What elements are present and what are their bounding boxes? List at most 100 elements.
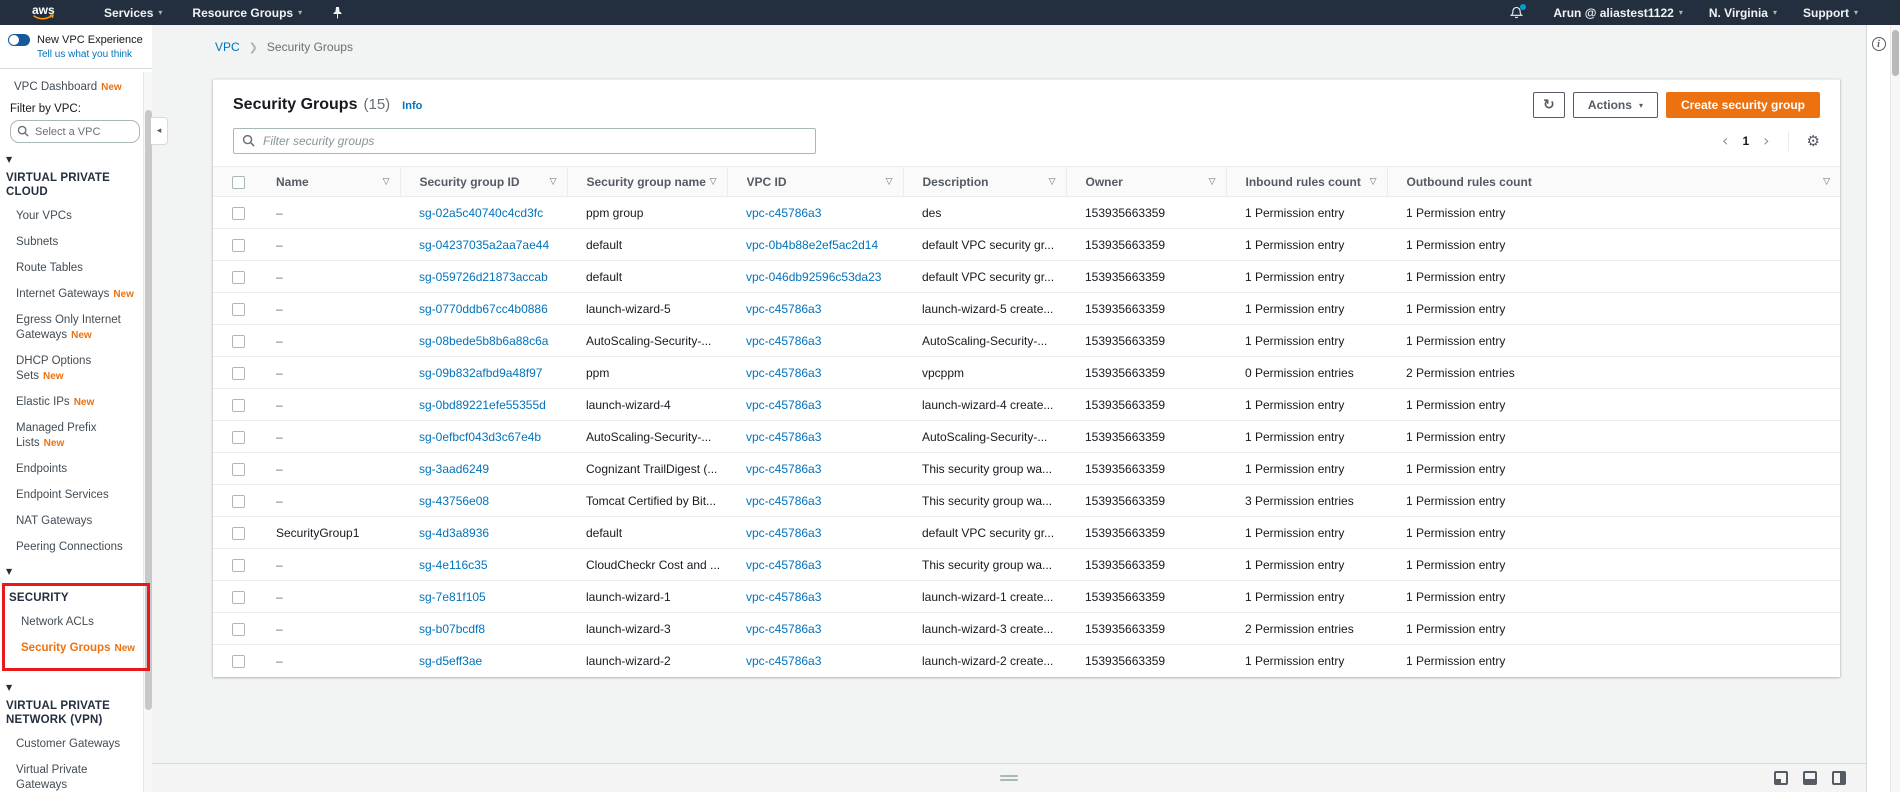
row-checkbox[interactable]	[232, 622, 245, 636]
sidebar-item[interactable]: Egress Only Internet Gateways New	[16, 312, 138, 343]
column-filter-icon[interactable]: ▽	[550, 177, 557, 187]
window-scrollbar-thumb[interactable]	[1892, 30, 1899, 76]
column-filter-icon[interactable]: ▽	[1209, 177, 1216, 187]
vpc-id-link[interactable]: vpc-c45786a3	[746, 558, 821, 572]
column-header[interactable]: VPC ID ▽	[727, 166, 904, 197]
row-checkbox[interactable]	[232, 206, 245, 220]
table-row[interactable]: – sg-43756e08 Tomcat Certified by Bit...…	[213, 484, 1840, 517]
row-checkbox[interactable]	[232, 558, 245, 572]
filter-security-groups-input[interactable]	[233, 128, 816, 154]
breadcrumb-vpc-link[interactable]: VPC	[215, 40, 240, 54]
column-filter-icon[interactable]: ▽	[710, 177, 717, 187]
column-filter-icon[interactable]: ▽	[383, 177, 390, 187]
column-filter-icon[interactable]: ▽	[1049, 177, 1056, 187]
sidebar-item[interactable]: Elastic IPs New	[16, 394, 138, 410]
table-row[interactable]: – sg-02a5c40740c4cd3fc ppm group vpc-c45…	[213, 196, 1840, 229]
security-group-id-link[interactable]: sg-0bd89221efe55355d	[419, 398, 546, 412]
table-row[interactable]: – sg-0770ddb67cc4b0886 launch-wizard-5 v…	[213, 292, 1840, 325]
info-link[interactable]: Info	[402, 100, 422, 112]
split-panel-side-icon[interactable]	[1832, 771, 1846, 785]
vpc-id-link[interactable]: vpc-c45786a3	[746, 206, 821, 220]
table-row[interactable]: – sg-d5eff3ae launch-wizard-2 vpc-c45786…	[213, 645, 1840, 677]
table-row[interactable]: – sg-09b832afbd9a48f97 ppm vpc-c45786a3 …	[213, 356, 1840, 389]
security-group-id-link[interactable]: sg-43756e08	[419, 494, 489, 508]
row-checkbox[interactable]	[232, 270, 245, 284]
settings-gear-icon[interactable]: ⚙	[1807, 132, 1820, 150]
security-group-id-link[interactable]: sg-7e81f105	[419, 590, 486, 604]
vpc-id-link[interactable]: vpc-c45786a3	[746, 622, 821, 636]
row-checkbox[interactable]	[232, 366, 245, 380]
next-page-button[interactable]: ›	[1763, 133, 1769, 149]
table-row[interactable]: – sg-4e116c35 CloudCheckr Cost and ... v…	[213, 548, 1840, 581]
security-group-id-link[interactable]: sg-4d3a8936	[419, 526, 489, 540]
nav-services-menu[interactable]: Services ▾	[104, 6, 162, 20]
section-collapse-icon[interactable]: ▼	[6, 683, 138, 692]
vpc-id-link[interactable]: vpc-c45786a3	[746, 462, 821, 476]
security-group-id-link[interactable]: sg-02a5c40740c4cd3fc	[419, 206, 543, 220]
table-row[interactable]: – sg-3aad6249 Cognizant TrailDigest (...…	[213, 452, 1840, 485]
security-group-id-link[interactable]: sg-4e116c35	[419, 558, 488, 572]
sidebar-item[interactable]: Internet Gateways New	[16, 286, 138, 302]
column-header[interactable]: Description ▽	[903, 166, 1067, 197]
nav-resource-groups-menu[interactable]: Resource Groups ▾	[192, 6, 302, 20]
column-header[interactable]: Outbound rules count ▽	[1387, 166, 1840, 197]
vpc-id-link[interactable]: vpc-c45786a3	[746, 494, 821, 508]
security-group-id-link[interactable]: sg-0efbcf043d3c67e4b	[419, 430, 541, 444]
window-scrollbar[interactable]	[1890, 25, 1900, 792]
select-all-checkbox[interactable]	[232, 175, 245, 189]
section-collapse-icon[interactable]: ▼	[6, 155, 138, 164]
security-group-id-link[interactable]: sg-0770ddb67cc4b0886	[419, 302, 548, 316]
table-row[interactable]: – sg-0bd89221efe55355d launch-wizard-4 v…	[213, 388, 1840, 421]
sidebar-item[interactable]: Peering Connections	[16, 539, 138, 555]
security-group-id-link[interactable]: sg-b07bcdf8	[419, 622, 485, 636]
security-group-id-link[interactable]: sg-09b832afbd9a48f97	[419, 366, 542, 380]
column-filter-icon[interactable]: ▽	[1370, 177, 1377, 187]
create-security-group-button[interactable]: Create security group	[1665, 92, 1820, 118]
actions-button[interactable]: Actions ▾	[1572, 92, 1658, 118]
sidebar-item[interactable]: Endpoint Services	[16, 487, 138, 503]
sidebar-item[interactable]: Route Tables	[16, 260, 138, 276]
nav-support-menu[interactable]: Support ▾	[1803, 6, 1858, 20]
vpc-id-link[interactable]: vpc-c45786a3	[746, 590, 821, 604]
column-header[interactable]: Name ▽	[257, 166, 401, 197]
column-header[interactable]: Inbound rules count ▽	[1226, 166, 1388, 197]
row-checkbox[interactable]	[232, 398, 245, 412]
vpc-id-link[interactable]: vpc-c45786a3	[746, 654, 821, 668]
sidebar-item[interactable]: Managed Prefix Lists New	[16, 420, 138, 451]
row-checkbox[interactable]	[232, 462, 245, 476]
sidebar-item[interactable]: NAT Gateways	[16, 513, 138, 529]
security-group-id-link[interactable]: sg-d5eff3ae	[419, 654, 482, 668]
table-row[interactable]: – sg-059726d21873accab default vpc-046db…	[213, 260, 1840, 293]
new-experience-toggle[interactable]	[8, 34, 30, 46]
vpc-id-link[interactable]: vpc-c45786a3	[746, 526, 821, 540]
vpc-id-link[interactable]: vpc-c45786a3	[746, 366, 821, 380]
sidebar-item[interactable]: Your VPCs	[16, 208, 138, 224]
row-checkbox[interactable]	[232, 334, 245, 348]
sidebar-item[interactable]: Subnets	[16, 234, 138, 250]
sidebar-item[interactable]: Endpoints	[16, 461, 138, 477]
column-header[interactable]: Owner ▽	[1066, 166, 1227, 197]
vpc-id-link[interactable]: vpc-0b4b88e2ef5ac2d14	[746, 238, 878, 252]
section-collapse-icon[interactable]: ▼	[6, 567, 138, 576]
row-checkbox[interactable]	[232, 526, 245, 540]
vpc-id-link[interactable]: vpc-c45786a3	[746, 334, 821, 348]
split-panel-bottom-icon[interactable]	[1803, 771, 1817, 785]
row-checkbox[interactable]	[232, 238, 245, 252]
table-row[interactable]: SecurityGroup1 sg-4d3a8936 default vpc-c…	[213, 516, 1840, 549]
vpc-id-link[interactable]: vpc-046db92596c53da23	[746, 270, 881, 284]
vpc-id-link[interactable]: vpc-c45786a3	[746, 430, 821, 444]
previous-page-button[interactable]: ‹	[1722, 133, 1728, 149]
pin-shortcut-icon[interactable]	[332, 6, 343, 19]
security-group-id-link[interactable]: sg-059726d21873accab	[419, 270, 548, 284]
vpc-id-link[interactable]: vpc-c45786a3	[746, 398, 821, 412]
row-checkbox[interactable]	[232, 654, 245, 668]
refresh-button[interactable]: ↻	[1532, 92, 1565, 118]
column-filter-icon[interactable]: ▽	[886, 177, 893, 187]
info-icon[interactable]: i	[1871, 37, 1886, 51]
notifications-bell-icon[interactable]	[1510, 3, 1527, 20]
column-header[interactable]: Security group ID ▽	[400, 166, 568, 197]
sidebar-item[interactable]: Network ACLs	[21, 614, 143, 630]
sidebar-collapse-toggle[interactable]: ◂	[151, 117, 168, 145]
vpc-id-link[interactable]: vpc-c45786a3	[746, 302, 821, 316]
split-panel-drag-handle[interactable]	[1000, 773, 1018, 783]
